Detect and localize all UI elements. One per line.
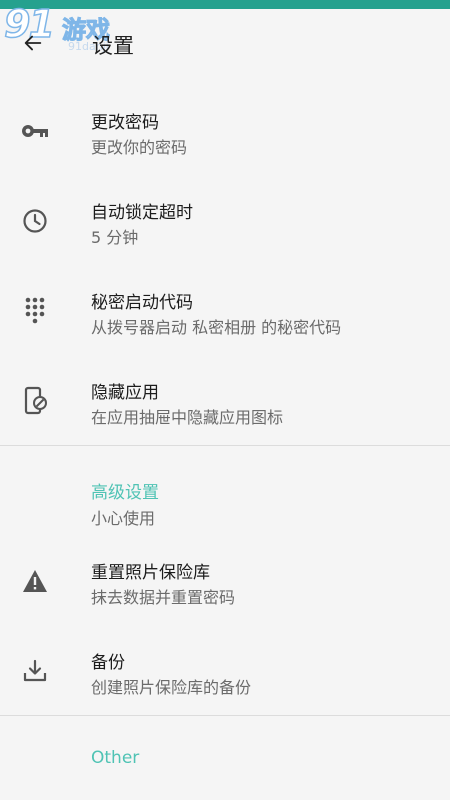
item-title: 秘密启动代码 bbox=[91, 293, 193, 313]
settings-item-change-password[interactable]: 更改密码 更改你的密码 bbox=[0, 88, 450, 178]
item-title: 隐藏应用 bbox=[91, 383, 159, 403]
item-subtitle: 从拨号器启动 私密相册 的秘密代码 bbox=[91, 318, 342, 337]
section-subtitle-advanced: 小心使用 bbox=[91, 509, 156, 528]
item-subtitle: 抹去数据并重置密码 bbox=[91, 588, 236, 607]
item-subtitle: 在应用抽屉中隐藏应用图标 bbox=[91, 408, 284, 427]
page-title: 设置 bbox=[92, 34, 134, 58]
download-icon bbox=[20, 656, 50, 686]
arrow-left-icon bbox=[24, 35, 42, 51]
section-divider bbox=[0, 715, 450, 716]
dialpad-icon bbox=[20, 296, 50, 326]
back-button[interactable] bbox=[18, 28, 48, 58]
item-title: 更改密码 bbox=[91, 113, 159, 133]
section-heading-other: Other bbox=[91, 748, 140, 768]
hidden-app-icon bbox=[20, 386, 50, 416]
clock-icon bbox=[20, 206, 50, 236]
item-subtitle: 更改你的密码 bbox=[91, 138, 188, 157]
item-subtitle: 创建照片保险库的备份 bbox=[91, 678, 252, 697]
settings-item-secret-code[interactable]: 秘密启动代码 从拨号器启动 私密相册 的秘密代码 bbox=[0, 268, 450, 358]
settings-item-reset-vault[interactable]: 重置照片保险库 抹去数据并重置密码 bbox=[0, 538, 450, 628]
warning-icon bbox=[20, 566, 50, 596]
item-title: 重置照片保险库 bbox=[91, 563, 210, 583]
settings-item-hide-app[interactable]: 隐藏应用 在应用抽屉中隐藏应用图标 bbox=[0, 358, 450, 448]
section-divider bbox=[0, 445, 450, 446]
key-icon bbox=[20, 116, 50, 146]
item-subtitle: 5 分钟 bbox=[91, 228, 139, 247]
section-heading-advanced: 高级设置 bbox=[91, 483, 159, 503]
settings-item-backup[interactable]: 备份 创建照片保险库的备份 bbox=[0, 628, 450, 718]
settings-item-auto-lock[interactable]: 自动锁定超时 5 分钟 bbox=[0, 178, 450, 268]
status-bar bbox=[0, 0, 450, 9]
item-title: 备份 bbox=[91, 653, 125, 673]
item-title: 自动锁定超时 bbox=[91, 203, 193, 223]
